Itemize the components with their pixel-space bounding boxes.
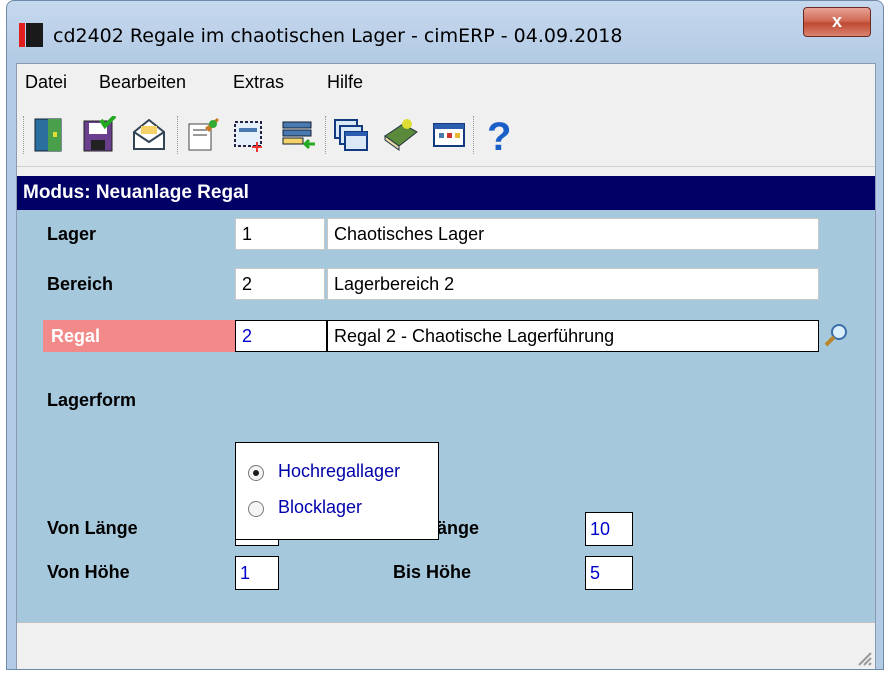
radio-hochregallager-label[interactable]: Hochregallager (278, 461, 400, 482)
mail-icon[interactable] (131, 116, 167, 154)
regal-name-input[interactable]: Regal 2 - Chaotische Lagerführung (327, 320, 819, 352)
bereich-code-input[interactable]: 2 (235, 268, 325, 300)
regal-label: Regal (43, 320, 243, 352)
bereich-name-field: Lagerbereich 2 (327, 268, 819, 300)
toolbar-separator (23, 116, 26, 154)
radio-hochregallager[interactable] (248, 465, 264, 481)
app-window: cd2402 Regale im chaotischen Lager - cim… (6, 0, 884, 670)
menu-hilfe[interactable]: Hilfe (327, 72, 363, 93)
edit-icon[interactable] (185, 116, 221, 154)
lagerform-label: Lagerform (47, 390, 137, 410)
bis-laenge-input[interactable]: 10 (585, 512, 633, 546)
bereich-label: Bereich (47, 274, 114, 294)
lager-name-field: Chaotisches Lager (327, 218, 819, 250)
toolbar: ? (17, 104, 875, 167)
help-icon[interactable]: ? (481, 115, 517, 159)
toolbar-separator (177, 116, 180, 154)
window-title: cd2402 Regale im chaotischen Lager - cim… (53, 25, 623, 47)
search-icon[interactable] (823, 322, 849, 348)
title-bar[interactable]: cd2402 Regale im chaotischen Lager - cim… (7, 1, 883, 61)
menu-bearbeiten[interactable]: Bearbeiten (99, 72, 186, 93)
svg-text:?: ? (487, 116, 511, 154)
book-icon[interactable] (383, 116, 419, 154)
bis-hoehe-input[interactable]: 5 (585, 556, 633, 590)
client-area: Datei Bearbeiten Extras Hilfe ? Modus: N… (16, 63, 876, 669)
grid-icon[interactable] (431, 116, 467, 154)
toolbar-separator (473, 116, 476, 154)
regal-code-input[interactable]: 2 (235, 320, 327, 352)
menu-extras[interactable]: Extras (233, 72, 284, 93)
lager-label: Lager (47, 224, 97, 244)
von-laenge-label: Von Länge (47, 518, 138, 538)
bis-hoehe-label: Bis Höhe (393, 562, 472, 582)
resize-grip-icon[interactable] (853, 647, 873, 667)
von-hoehe-label: Von Höhe (47, 562, 130, 582)
von-hoehe-input[interactable]: 1 (235, 556, 279, 590)
mode-bar: Modus: Neuanlage Regal (17, 176, 875, 210)
windows-icon[interactable] (333, 116, 369, 154)
exit-icon[interactable] (31, 116, 67, 154)
menu-bar: Datei Bearbeiten Extras Hilfe (17, 64, 875, 102)
new-record-icon[interactable] (231, 116, 267, 154)
menu-datei[interactable]: Datei (25, 72, 67, 93)
radio-blocklager-label[interactable]: Blocklager (278, 497, 362, 518)
toolbar-separator (325, 116, 328, 154)
form-area: Lager 1 Chaotisches Lager Bereich 2 Lage… (17, 210, 875, 622)
import-icon[interactable] (281, 116, 317, 154)
radio-blocklager[interactable] (248, 501, 264, 517)
save-icon[interactable] (81, 114, 117, 154)
lager-code-input[interactable]: 1 (235, 218, 325, 250)
mode-label: Modus: Neuanlage Regal (23, 182, 249, 203)
status-bar (17, 622, 875, 669)
app-icon (19, 23, 43, 47)
lagerform-radio-group: Hochregallager Blocklager (235, 442, 439, 540)
close-button[interactable]: x (803, 7, 871, 37)
